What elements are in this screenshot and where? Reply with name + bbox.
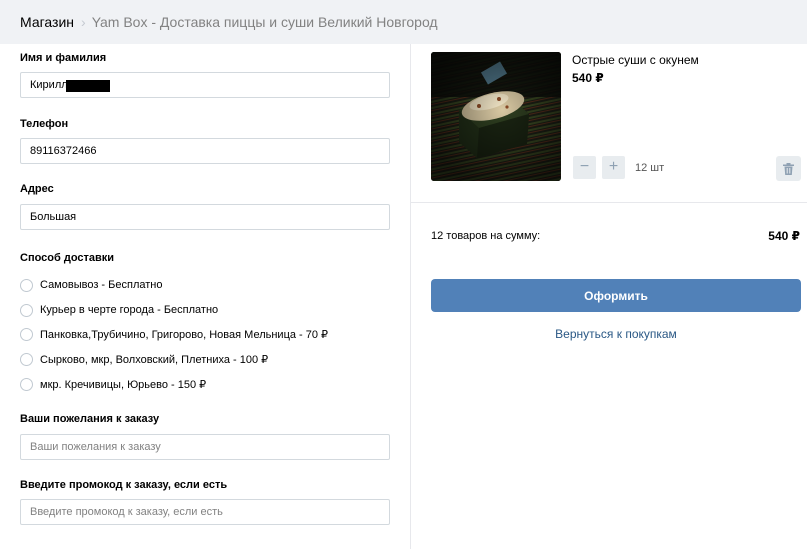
delivery-option-courier[interactable]: Курьер в черте города - Бесплатно [20, 302, 218, 318]
wishes-input[interactable] [20, 434, 390, 460]
address-input[interactable] [20, 204, 390, 230]
delivery-label: Способ доставки [20, 252, 115, 264]
delivery-option-label: Курьер в черте города - Бесплатно [40, 304, 219, 316]
delivery-option-label: Сырково, мкр, Волховский, Плетниха - 100… [40, 353, 269, 366]
radio-button[interactable] [20, 377, 33, 391]
checkout-button[interactable]: Оформить [431, 279, 801, 312]
back-to-shopping-link[interactable]: Вернуться к покупкам [431, 327, 801, 341]
header: Магазин › Yam Box - Доставка пиццы и суш… [0, 0, 807, 44]
delivery-option-zone-100[interactable]: Сырково, мкр, Волховский, Плетниха - 100… [20, 351, 268, 367]
phone-label: Телефон [20, 118, 69, 130]
promo-label: Введите промокод к заказу, если есть [20, 479, 228, 491]
cart-panel: Острые суши с окунем 540 ₽ − + 12 шт 12 … [411, 44, 807, 549]
product-image[interactable] [431, 52, 561, 181]
breadcrumb-separator: › [81, 14, 86, 30]
delivery-option-label: мкр. Кречивицы, Юрьево - 150 ₽ [40, 378, 207, 391]
product-name[interactable]: Острые суши с окунем [572, 53, 699, 67]
phone-input[interactable] [20, 138, 390, 164]
promo-input[interactable] [20, 499, 390, 525]
delivery-option-zone-70[interactable]: Панковка,Трубичино, Григорово, Новая Мел… [20, 326, 328, 342]
name-label: Имя и фамилия [20, 52, 107, 64]
wishes-label: Ваши пожелания к заказу [20, 413, 160, 425]
summary-label: 12 товаров на сумму: [431, 230, 541, 242]
increase-quantity-button[interactable]: + [602, 156, 625, 179]
breadcrumb-root[interactable]: Магазин [20, 14, 74, 30]
radio-button[interactable] [20, 303, 33, 317]
radio-button[interactable] [20, 278, 33, 292]
cart-divider [411, 202, 807, 203]
redacted-surname [66, 80, 110, 92]
radio-button[interactable] [20, 327, 33, 341]
address-label: Адрес [20, 183, 54, 195]
radio-button[interactable] [20, 352, 33, 366]
delivery-option-pickup[interactable]: Самовывоз - Бесплатно [20, 277, 162, 293]
quantity-label: 12 шт [635, 162, 665, 174]
remove-item-button[interactable] [776, 156, 801, 181]
order-form: Имя и фамилия Телефон Адрес Способ доста… [0, 44, 410, 549]
decrease-quantity-button[interactable]: − [573, 156, 596, 179]
trash-icon [783, 162, 794, 175]
delivery-option-label: Панковка,Трубичино, Григорово, Новая Мел… [40, 328, 329, 341]
page-title: Yam Box - Доставка пиццы и суши Великий … [91, 14, 438, 30]
delivery-option-label: Самовывоз - Бесплатно [40, 279, 163, 291]
summary-total: 540 ₽ [768, 229, 800, 243]
product-price: 540 ₽ [572, 71, 604, 85]
delivery-option-zone-150[interactable]: мкр. Кречивицы, Юрьево - 150 ₽ [20, 376, 206, 392]
